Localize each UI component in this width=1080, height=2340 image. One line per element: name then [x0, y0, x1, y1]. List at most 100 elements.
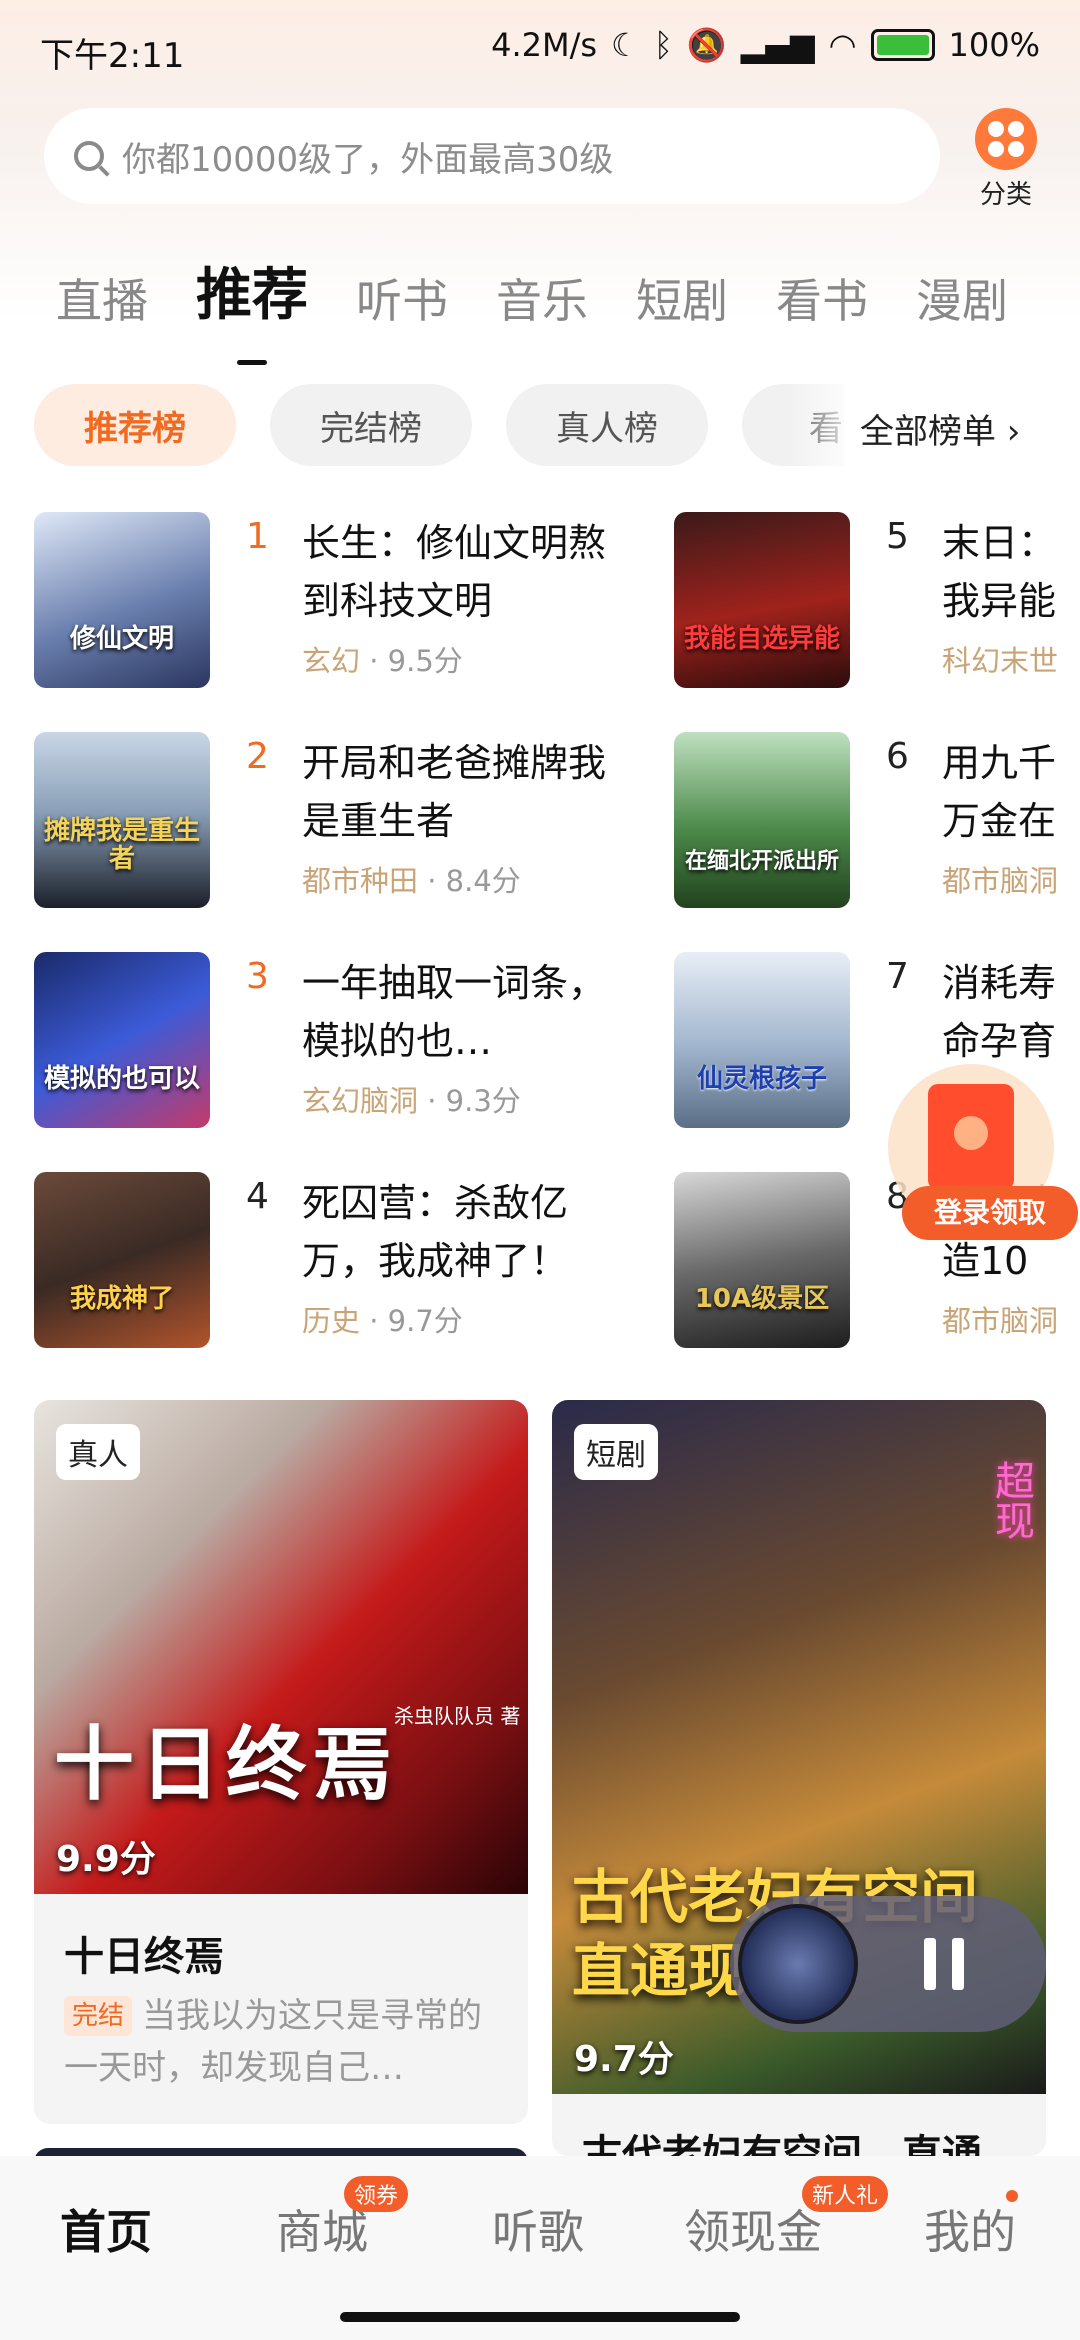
book-item[interactable]: 模拟的也可以 3 一年抽取一词条，模拟的也… 玄幻脑洞 · 9.3分 [34, 952, 654, 1132]
moon-icon: ☾ [611, 26, 640, 64]
book-meta: 玄幻 · 9.5分 [302, 644, 463, 678]
tab-live[interactable]: 直播 [56, 265, 148, 331]
pill-recommend-rank[interactable]: 推荐榜 [34, 384, 236, 466]
wifi-icon: ◠ [828, 26, 857, 64]
book-item[interactable]: 摊牌我是重生者 2 开局和老爸摊牌我是重生者 都市种田 · 8.4分 [34, 732, 654, 912]
cover-text: 我成神了 [69, 1284, 174, 1315]
book-cover: 摊牌我是重生者 [34, 732, 210, 908]
album-disc [738, 1904, 858, 2024]
book-title: 用九千万金在缅 [942, 741, 1057, 843]
book-score: 9.3分 [445, 1084, 521, 1118]
book-title: 末日：我异能你 [942, 521, 1057, 623]
rank-pills: 推荐榜 完结榜 真人榜 看书 [34, 384, 844, 466]
home-indicator [340, 2312, 740, 2322]
category-button[interactable]: 分类 [966, 108, 1046, 211]
finished-badge: 完结 [64, 1996, 133, 2036]
book-cover: 我能自选异能 [674, 512, 850, 688]
pause-icon[interactable] [918, 1938, 970, 1990]
nav-home[interactable]: 首页 [60, 2196, 152, 2262]
nav-mine[interactable]: 我的 [924, 2196, 1016, 2262]
grid-dots-icon [975, 108, 1037, 170]
cover-text: 摊牌我是重生者 [43, 815, 200, 875]
search-placeholder: 你都10000级了，外面最高30级 [122, 139, 614, 180]
tab-read[interactable]: 看书 [776, 265, 868, 331]
cover-text: 仙灵根孩子 [696, 1064, 827, 1095]
feed-card-voice[interactable]: 真人 十日终焉 杀虫队队员 著 9.9分 十日终焉 完结 当我以为这只是寻常的一天… [34, 1400, 528, 2124]
book-cover: 我成神了 [34, 1172, 210, 1348]
cover-text: 修仙文明 [69, 624, 174, 655]
book-title: 开局和老爸摊牌我是重生者 [302, 741, 607, 843]
nav-cash[interactable]: 领现金 [684, 2196, 822, 2262]
mute-bell-icon: 🔕 [686, 26, 727, 64]
book-meta: 都市种田 · 8.4分 [302, 864, 521, 898]
card-tag: 真人 [56, 1424, 140, 1480]
book-cover: 10A级景区 [674, 1172, 850, 1348]
card-score: 9.7分 [574, 2039, 674, 2080]
book-meta: 都市脑洞 [942, 1298, 1058, 1340]
book-item[interactable]: 修仙文明 1 长生：修仙文明熬到科技文明 玄幻 · 9.5分 [34, 512, 654, 692]
search-bar[interactable]: 你都10000级了，外面最高30级 [44, 108, 940, 204]
tab-audiobook[interactable]: 听书 [356, 265, 448, 331]
book-title: 一年抽取一词条，模拟的也… [302, 961, 607, 1063]
tab-music[interactable]: 音乐 [496, 265, 588, 331]
card-score: 9.9分 [56, 1839, 156, 1880]
nav-badge-coupon: 领券 [344, 2176, 409, 2212]
nav-listen[interactable]: 听歌 [492, 2196, 584, 2262]
card-art-title: 十日终焉 [54, 1718, 398, 1811]
cover-text: 10A级景区 [694, 1284, 830, 1315]
book-item[interactable]: 我能自选异能 5 末日：我异能你 科幻末世 [674, 512, 1080, 692]
book-cover: 修仙文明 [34, 512, 210, 688]
mini-player[interactable] [730, 1896, 1046, 2032]
notification-dot [1006, 2190, 1018, 2202]
pills-fade [790, 376, 860, 476]
book-meta: 历史 · 9.7分 [302, 1304, 463, 1338]
pill-finished-rank[interactable]: 完结榜 [270, 384, 472, 466]
search-icon [74, 141, 104, 171]
book-meta: 都市脑洞 [942, 858, 1058, 900]
book-title: 死囚营：杀敌亿万，我成神了！ [302, 1181, 569, 1283]
channel-tabs: 直播 推荐 听书 音乐 短剧 看书 漫剧 [56, 250, 1008, 331]
book-genre: 历史 [302, 1304, 361, 1338]
book-cover: 仙灵根孩子 [674, 952, 850, 1128]
rank-number: 2 [246, 736, 269, 777]
tab-comic-drama[interactable]: 漫剧 [916, 265, 1008, 331]
book-cover: 在缅北开派出所 [674, 732, 850, 908]
status-bar: 下午2:11 4.2M/s ☾ ᛒ 🔕 ▂▄▆ ◠ 100% [0, 0, 1080, 96]
book-genre: 都市脑洞 [942, 864, 1059, 898]
signal-icon: ▂▄▆ [740, 26, 815, 64]
feed-card-short-drama[interactable]: 超现 短剧 古代老妇有空间直通现代 9.7分 古代老妇有空间，直通 [552, 1400, 1046, 2156]
book-item[interactable]: 在缅北开派出所 6 用九千万金在缅 都市脑洞 [674, 732, 1080, 912]
book-score: 9.5分 [387, 644, 463, 678]
all-ranks-link[interactable]: 全部榜单 › [860, 404, 1020, 453]
status-time: 下午2:11 [40, 36, 185, 76]
card-author: 杀虫队队员 著 [394, 1704, 521, 1728]
network-speed: 4.2M/s [491, 26, 598, 64]
book-genre: 玄幻脑洞 [302, 1084, 419, 1118]
card-title: 古代老妇有空间，直通 [582, 2132, 982, 2156]
book-item[interactable]: 我成神了 4 死囚营：杀敌亿万，我成神了！ 历史 · 9.7分 [34, 1172, 654, 1352]
cover-text: 模拟的也可以 [43, 1064, 200, 1095]
pill-voice-rank[interactable]: 真人榜 [506, 384, 708, 466]
book-cover: 模拟的也可以 [34, 952, 210, 1128]
rank-number: 5 [886, 516, 909, 557]
book-title: 消耗寿命孕育仙 [942, 961, 1057, 1063]
nav-badge-newbie: 新人礼 [802, 2176, 889, 2212]
rank-number: 7 [886, 956, 909, 997]
card-tag: 短剧 [574, 1424, 658, 1480]
cover-text: 我能自选异能 [683, 624, 840, 655]
book-genre: 科幻末世 [942, 644, 1059, 678]
category-label: 分类 [979, 180, 1032, 210]
tab-short-drama[interactable]: 短剧 [636, 265, 728, 331]
tab-recommend[interactable]: 推荐 [196, 250, 308, 331]
book-score: 9.7分 [387, 1304, 463, 1338]
battery-percent: 100% [948, 26, 1040, 64]
book-title: 长生：修仙文明熬到科技文明 [302, 521, 607, 623]
book-genre: 都市脑洞 [942, 1304, 1059, 1338]
red-packet-label[interactable]: 登录领取 [902, 1186, 1078, 1240]
card-neon-sign: 超现 [988, 1460, 1034, 1540]
cover-text: 在缅北开派出所 [684, 848, 839, 874]
book-meta: 玄幻脑洞 · 9.3分 [302, 1084, 521, 1118]
book-genre: 玄幻 [302, 644, 361, 678]
book-meta: 科幻末世 [942, 638, 1058, 680]
card-title: 十日终焉 [64, 1934, 224, 1980]
